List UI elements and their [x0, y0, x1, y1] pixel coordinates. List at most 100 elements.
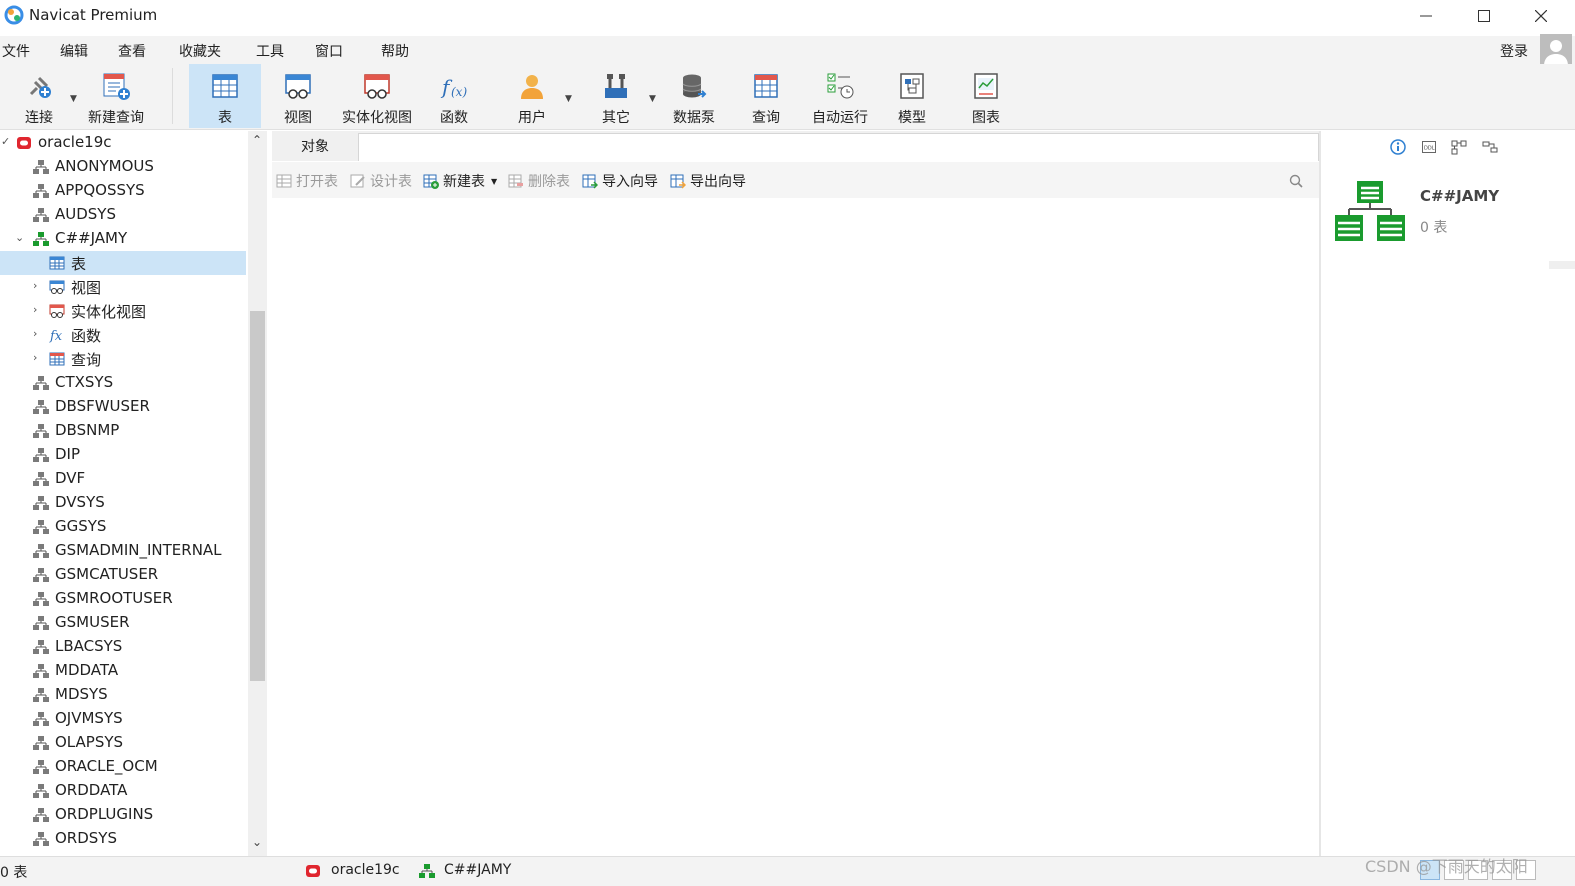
tree-schema[interactable]: ANONYMOUS [0, 155, 246, 179]
function-button[interactable]: f (x) 函数 [430, 64, 478, 128]
tree-schema[interactable]: AUDSYS [0, 203, 246, 227]
user-button[interactable]: 用户 [508, 64, 556, 128]
ddl-icon[interactable]: DDL [1421, 139, 1437, 155]
tree-item-views[interactable]: › 视图 [0, 275, 246, 299]
tree-schema[interactable]: GSMROOTUSER [0, 587, 246, 611]
tree-schema[interactable]: DVF [0, 467, 246, 491]
menu-window[interactable]: 窗口 [315, 41, 343, 61]
menu-help[interactable]: 帮助 [381, 41, 409, 61]
tree-item-label: DVSYS [55, 493, 105, 511]
tree-schema[interactable]: LBACSYS [0, 635, 246, 659]
info-schema-name: C##JAMY [1420, 187, 1500, 205]
new-query-button[interactable]: 新建查询 [84, 64, 148, 128]
tab-strip-empty [358, 133, 1319, 161]
tree-schema[interactable]: DIP [0, 443, 246, 467]
new-table-button[interactable]: 新建表 ▼ [423, 171, 497, 191]
tree-schema[interactable]: OJVMSYS [0, 707, 246, 731]
tree-item-label: AUDSYS [55, 205, 116, 223]
tree-schema[interactable]: MDSYS [0, 683, 246, 707]
info-icon[interactable] [1390, 139, 1406, 155]
login-link[interactable]: 登录 [1500, 41, 1528, 61]
schema-large-icon [1335, 181, 1405, 241]
tree-item-materialized-views[interactable]: › 实体化视图 [0, 299, 246, 323]
maximize-button[interactable] [1455, 0, 1513, 32]
scrollbar-thumb[interactable] [250, 311, 265, 681]
collapse-chevron-icon[interactable]: ⌄ [15, 231, 24, 244]
delete-table-button[interactable]: 删除表 [508, 171, 570, 191]
import-wizard-button[interactable]: 导入向导 [582, 171, 658, 191]
tree-item-label: ORDDATA [55, 781, 128, 799]
tree-schema[interactable]: GSMADMIN_INTERNAL [0, 539, 246, 563]
menu-favorites[interactable]: 收藏夹 [179, 41, 221, 61]
minimize-icon [1420, 15, 1432, 17]
menu-view[interactable]: 查看 [118, 41, 146, 61]
tree-schema[interactable]: ORACLE_OCM [0, 755, 246, 779]
view-button[interactable]: 视图 [274, 64, 322, 128]
tree-connection-oracle19c[interactable]: ✓ oracle19c [0, 131, 246, 155]
schema-icon [33, 567, 49, 583]
tree-item-functions[interactable]: › fx 函数 [0, 323, 246, 347]
tree-schema[interactable]: GSMUSER [0, 611, 246, 635]
tree-schema[interactable]: GSMCATUSER [0, 563, 246, 587]
other-dropdown-caret[interactable]: ▼ [649, 94, 656, 104]
design-table-button[interactable]: 设计表 [350, 171, 412, 191]
model-button[interactable]: 模型 [888, 64, 936, 128]
tree-schema[interactable]: GGSYS [0, 515, 246, 539]
tree-schema[interactable]: DVSYS [0, 491, 246, 515]
tree-schema[interactable]: ORDPLUGINS [0, 803, 246, 827]
new-table-dropdown-caret[interactable]: ▼ [491, 177, 497, 186]
query-button[interactable]: 查询 [742, 64, 790, 128]
tab-objects[interactable]: 对象 [272, 131, 358, 161]
tree-item-label: 视图 [71, 279, 102, 297]
tree-schema[interactable]: DBSNMP [0, 419, 246, 443]
tree-schema[interactable]: CTXSYS [0, 371, 246, 395]
tree-schema-open[interactable]: ⌄ C##JAMY [0, 227, 246, 251]
tree-schema[interactable]: APPQOSSYS [0, 179, 246, 203]
dependency-icon[interactable] [1451, 139, 1467, 155]
user-dropdown-caret[interactable]: ▼ [565, 94, 572, 104]
tree-item-label: MDSYS [55, 685, 108, 703]
tree-item-label: 表 [71, 255, 87, 273]
scroll-down-icon[interactable]: ⌄ [252, 835, 262, 849]
materialized-view-button[interactable]: 实体化视图 [338, 64, 416, 128]
connect-dropdown-caret[interactable]: ▼ [70, 94, 77, 104]
preview-icon[interactable] [1482, 139, 1498, 155]
table-button[interactable]: 表 [189, 64, 261, 128]
function-icon: f (x) [440, 75, 467, 99]
tree-schema[interactable]: ORDSYS [0, 827, 246, 851]
connect-button[interactable]: 连接 [14, 64, 64, 128]
chart-button[interactable]: 图表 [962, 64, 1010, 128]
tree-schema[interactable]: ORDDATA [0, 779, 246, 803]
scroll-up-icon[interactable]: ⌃ [252, 133, 262, 147]
schema-icon [33, 663, 49, 679]
open-table-button[interactable]: 打开表 [276, 171, 338, 191]
minimize-button[interactable] [1397, 0, 1455, 32]
collapse-chevron-icon[interactable]: › [33, 327, 37, 340]
tab-strip: 对象 [272, 131, 1319, 161]
collapse-chevron-icon[interactable]: › [33, 279, 37, 292]
collapse-chevron-icon[interactable]: › [33, 351, 37, 364]
collapse-chevron-icon[interactable]: › [33, 303, 37, 316]
auto-run-button[interactable]: 自动运行 [808, 64, 872, 128]
avatar[interactable] [1540, 34, 1572, 66]
search-icon[interactable] [1289, 174, 1303, 188]
export-wizard-button[interactable]: 导出向导 [670, 171, 746, 191]
tree-item-queries[interactable]: › 查询 [0, 347, 246, 371]
tree-schema[interactable]: OLAPSYS [0, 731, 246, 755]
tree-scrollbar[interactable]: ⌃ ⌄ [248, 131, 267, 856]
schema-icon [33, 447, 49, 463]
other-button[interactable]: 其它 [592, 64, 640, 128]
collapse-chevron-icon[interactable]: ✓ [1, 135, 10, 148]
menu-edit[interactable]: 编辑 [60, 41, 88, 61]
tree-item-label: CTXSYS [55, 373, 114, 391]
menu-tools[interactable]: 工具 [256, 41, 284, 61]
tree-item-label: 查询 [71, 351, 102, 369]
info-panel-scrollbar[interactable] [1549, 261, 1575, 269]
tree-item-tables[interactable]: 表 [0, 251, 246, 275]
schema-icon [33, 231, 49, 247]
close-button[interactable] [1512, 0, 1570, 32]
tree-schema[interactable]: DBSFWUSER [0, 395, 246, 419]
tree-schema[interactable]: MDDATA [0, 659, 246, 683]
menu-file[interactable]: 文件 [2, 41, 30, 61]
data-pump-button[interactable]: 数据泵 [668, 64, 720, 128]
